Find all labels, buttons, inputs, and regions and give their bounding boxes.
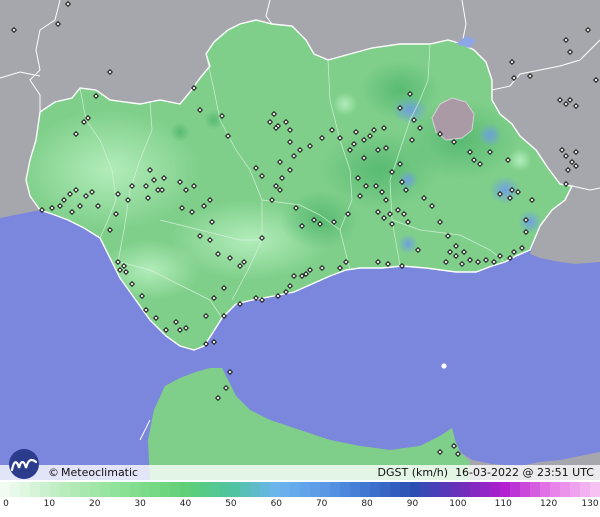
legend-swatch (400, 482, 411, 497)
legend-swatch (550, 482, 561, 497)
legend-tick-label: 0 (3, 499, 9, 509)
legend-swatch (500, 482, 511, 497)
legend-swatch (210, 482, 221, 497)
legend-swatch (160, 482, 171, 497)
legend-swatch (30, 482, 41, 497)
legend-swatch (20, 482, 31, 497)
legend-swatch (470, 482, 481, 497)
legend-swatch (300, 482, 311, 497)
color-legend: 0 10 20 30 40 50 60 70 80 90 100 110 120 130 (0, 481, 600, 517)
legend-swatch (370, 482, 381, 497)
legend-tick-label: 130 (581, 499, 599, 509)
legend-swatch (270, 482, 281, 497)
legend-swatch (180, 482, 191, 497)
legend-swatch (150, 482, 161, 497)
timestamp-label: 16-03-2022 @ 23:51 UTC (455, 466, 594, 479)
legend-swatch (100, 482, 111, 497)
alboran-island (441, 363, 447, 369)
meteoclimatic-logo-icon (9, 449, 39, 479)
legend-swatch (560, 482, 571, 497)
legend-tick-label: 60 (270, 499, 283, 509)
legend-swatch (450, 482, 461, 497)
weather-map (0, 0, 600, 480)
legend-swatch (320, 482, 331, 497)
legend-swatch (220, 482, 231, 497)
legend-swatch (410, 482, 421, 497)
legend-swatch (120, 482, 131, 497)
legend-swatch (170, 482, 181, 497)
legend-swatch (90, 482, 101, 497)
brand-name: Meteoclimatic (61, 466, 139, 479)
legend-swatch (190, 482, 201, 497)
legend-swatch (420, 482, 431, 497)
legend-swatch (290, 482, 301, 497)
legend-swatch (540, 482, 551, 497)
legend-swatch (490, 482, 501, 497)
legend-swatch (360, 482, 371, 497)
variable-label: DGST (km/h) (377, 466, 449, 479)
legend-swatch (350, 482, 361, 497)
legend-tick-label: 10 (43, 499, 56, 509)
legend-swatch (230, 482, 241, 497)
legend-swatch (200, 482, 211, 497)
map-viewer: © Meteoclimatic DGST (km/h) 16-03-2022 @ … (0, 0, 600, 517)
legend-swatch (70, 482, 81, 497)
legend-tick-label: 70 (315, 499, 328, 509)
legend-swatch (380, 482, 391, 497)
legend-swatch (480, 482, 491, 497)
legend-tick-label: 110 (494, 499, 512, 509)
legend-swatch (440, 482, 451, 497)
map-caption: DGST (km/h) 16-03-2022 @ 23:51 UTC (378, 466, 594, 479)
legend-swatch (280, 482, 291, 497)
legend-swatch (80, 482, 91, 497)
legend-swatch (240, 482, 251, 497)
legend-swatch (260, 482, 271, 497)
legend-tick-label: 20 (89, 499, 101, 509)
legend-swatch (140, 482, 151, 497)
legend-swatch (530, 482, 541, 497)
legend-swatch (580, 482, 591, 497)
legend-swatch (340, 482, 351, 497)
legend-tick-label: 50 (225, 499, 237, 509)
legend-swatch (330, 482, 341, 497)
brand-credit: © Meteoclimatic (48, 466, 138, 479)
legend-swatch (570, 482, 581, 497)
legend-swatch (110, 482, 121, 497)
legend-tick-label: 120 (540, 499, 558, 509)
legend-tick-label: 100 (449, 499, 467, 509)
legend-swatch (10, 482, 21, 497)
legend-swatch (40, 482, 51, 497)
legend-swatch (520, 482, 531, 497)
legend-swatch (390, 482, 401, 497)
legend-swatch (60, 482, 71, 497)
legend-swatch (0, 482, 11, 497)
legend-swatch (510, 482, 521, 497)
legend-tick-label: 80 (361, 499, 373, 509)
legend-swatch (130, 482, 141, 497)
copyright-symbol: © (48, 466, 59, 479)
legend-tick-label: 30 (134, 499, 146, 509)
legend-tick-label: 90 (406, 499, 419, 509)
legend-swatch (250, 482, 261, 497)
legend-color-bar (0, 482, 600, 497)
legend-swatch (50, 482, 61, 497)
legend-swatch (460, 482, 471, 497)
legend-tick-label: 40 (179, 499, 192, 509)
legend-swatch (310, 482, 321, 497)
legend-swatch (590, 482, 600, 497)
legend-swatch (430, 482, 441, 497)
